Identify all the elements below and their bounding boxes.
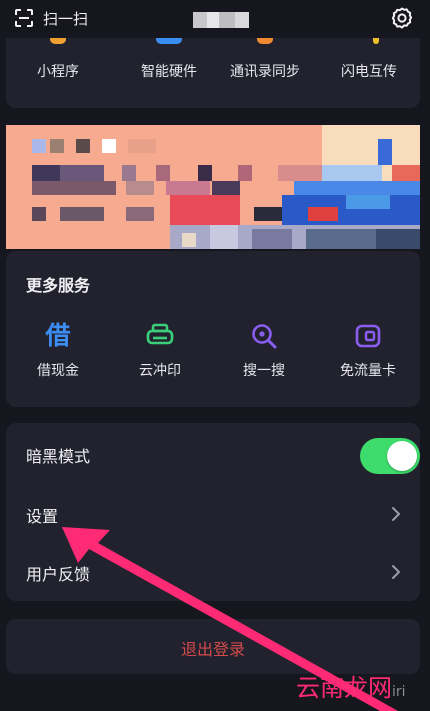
service-search[interactable]: 搜一搜 (216, 316, 312, 386)
service-label: 搜一搜 (243, 363, 285, 379)
top-bar: 扫一扫 (0, 0, 430, 38)
chevron-right-icon (392, 507, 400, 521)
app-label: 闪电互传 (341, 64, 397, 80)
service-label: 云冲印 (139, 363, 181, 379)
dark-mode-label: 暗黑模式 (26, 447, 91, 466)
flash-transfer-icon (373, 38, 379, 44)
feedback-row[interactable]: 用户反馈 (6, 543, 420, 601)
app-mini-program[interactable]: 小程序 (12, 38, 104, 108)
app-label: 通讯录同步 (230, 64, 300, 80)
mini-apps-card: 小程序 智能硬件 通讯录同步 闪电互传 (6, 38, 420, 108)
pixelated-banner-image (6, 125, 420, 249)
watermark-text: 云南龙网 (296, 674, 392, 702)
masked-account-name (193, 12, 249, 28)
settings-list-card: 暗黑模式 设置 用户反馈 (6, 423, 420, 601)
contacts-sync-icon (257, 38, 273, 44)
service-cloud-print[interactable]: 云冲印 (112, 316, 208, 386)
service-borrow-cash[interactable]: 借 借现金 (10, 316, 106, 386)
watermark: 云南龙网iri (296, 668, 406, 703)
scan-label: 扫一扫 (43, 9, 89, 28)
service-free-data-card[interactable]: 免流量卡 (320, 316, 416, 386)
dark-mode-toggle[interactable] (360, 438, 420, 474)
settings-label: 设置 (26, 507, 59, 526)
more-services-card: 更多服务 借 借现金 云冲印 搜一搜 免流量卡 (6, 251, 420, 407)
dark-mode-row: 暗黑模式 (6, 425, 420, 483)
sim-card-icon (355, 324, 381, 348)
app-flash-transfer[interactable]: 闪电互传 (323, 38, 415, 108)
mini-program-icon (50, 38, 66, 44)
feedback-label: 用户反馈 (26, 565, 91, 584)
app-label: 智能硬件 (141, 64, 197, 80)
app-label: 小程序 (37, 64, 79, 80)
settings-row[interactable]: 设置 (6, 485, 420, 543)
app-contacts-sync[interactable]: 通讯录同步 (219, 38, 311, 108)
gear-icon[interactable] (390, 6, 414, 30)
borrow-cash-icon: 借 (45, 321, 71, 350)
chevron-right-icon (392, 565, 400, 579)
search-icon (252, 324, 277, 349)
service-label: 借现金 (37, 363, 79, 379)
scan-icon (15, 9, 33, 27)
smart-hardware-icon (156, 38, 182, 44)
app-smart-hardware[interactable]: 智能硬件 (123, 38, 215, 108)
logout-label: 退出登录 (180, 640, 245, 659)
logout-button[interactable]: 退出登录 (6, 619, 420, 674)
service-label: 免流量卡 (340, 363, 396, 379)
toggle-knob (387, 441, 417, 471)
scan-button[interactable]: 扫一扫 (14, 7, 88, 29)
printer-icon (146, 323, 174, 345)
watermark-suffix: iri (392, 684, 406, 700)
promo-banner[interactable] (6, 125, 420, 249)
section-title: 更多服务 (26, 276, 91, 295)
